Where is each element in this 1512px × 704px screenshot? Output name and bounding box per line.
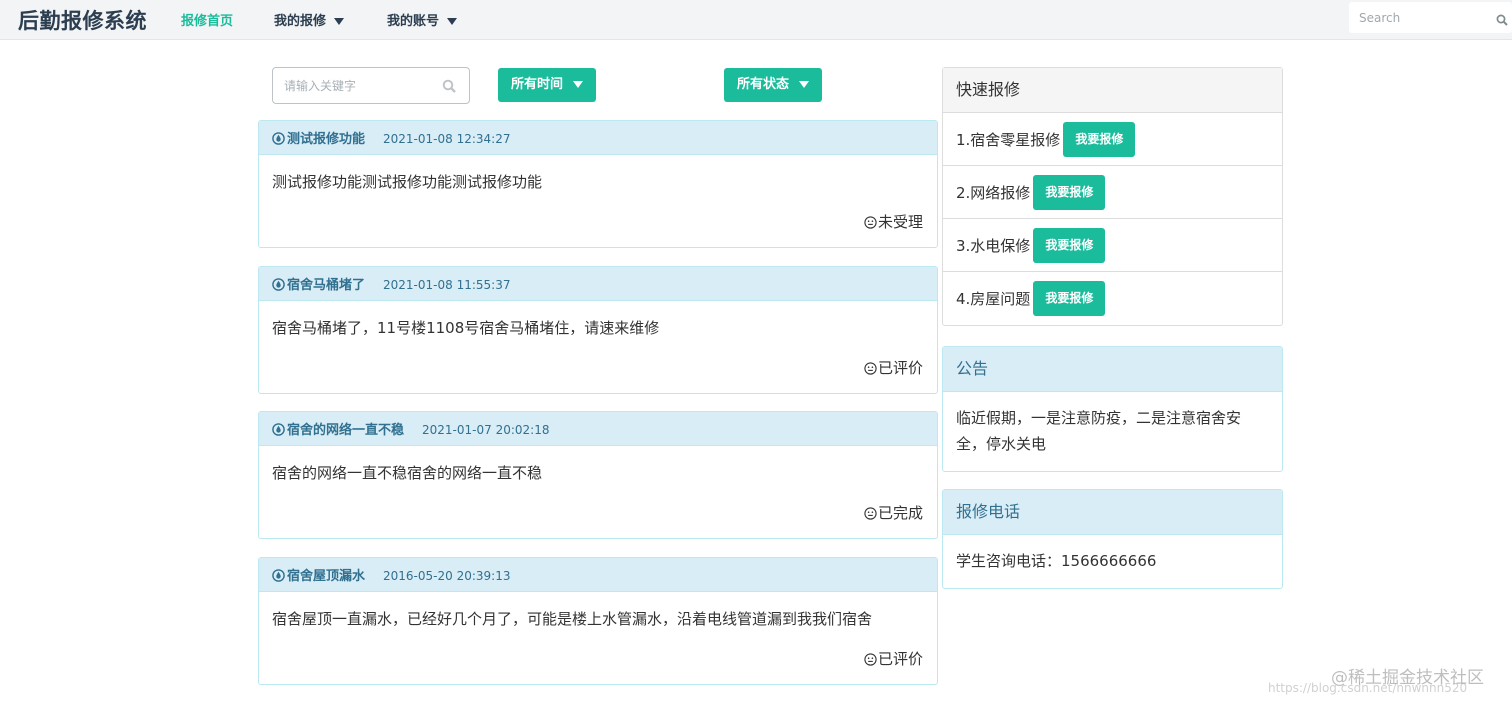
time-filter-label: 所有时间 [511, 77, 564, 92]
notice-panel: 公告 临近假期，一是注意防疫，二是注意宿舍安全，停水关电 [942, 346, 1283, 472]
repair-status-label: 已完成 [877, 504, 923, 522]
smile-face-icon [864, 215, 877, 233]
nav-home-link[interactable]: 报修首页 [181, 10, 233, 29]
caret-down-icon [447, 18, 458, 25]
repair-card-body: 宿舍马桶堵了，11号楼1108号宿舍马桶堵住，请速来维修 已评价 [259, 301, 937, 393]
repair-title[interactable]: 宿舍屋顶漏水 [287, 569, 365, 584]
quick-repair-item: 3.水电保修 我要报修 [943, 219, 1282, 272]
repair-card-header: 测试报修功能 2021-01-08 12:34:27 [259, 121, 937, 155]
water-drop-icon [272, 269, 285, 302]
repair-status: 已评价 [864, 357, 923, 379]
nav-my-repairs-dropdown[interactable]: 我的报修 [274, 10, 345, 29]
repair-status-label: 未受理 [877, 213, 923, 231]
nav-home-label: 报修首页 [181, 14, 234, 29]
repair-card-header: 宿舍的网络一直不稳 2021-01-07 20:02:18 [259, 412, 937, 446]
notice-title: 公告 [943, 347, 1282, 392]
repair-status-label: 已评价 [877, 650, 923, 668]
repair-now-button[interactable]: 我要报修 [1063, 121, 1136, 157]
repair-card-body: 测试报修功能测试报修功能测试报修功能 未受理 [259, 155, 937, 247]
brand-title[interactable]: 后勤报修系统 [18, 5, 147, 35]
repair-title[interactable]: 测试报修功能 [287, 132, 365, 147]
navbar-search [1349, 2, 1512, 33]
search-icon[interactable] [442, 78, 456, 97]
keyword-input[interactable] [273, 68, 469, 103]
watermark-url: https://blog.csdn.net/nnwnnn520 [1268, 681, 1468, 695]
repair-card[interactable]: 宿舍马桶堵了 2021-01-08 11:55:37 宿舍马桶堵了，11号楼110… [258, 266, 938, 394]
smile-face-icon [864, 506, 877, 524]
repair-card[interactable]: 宿舍屋顶漏水 2016-05-20 20:39:13 宿舍屋顶一直漏水，已经好几个… [258, 557, 938, 685]
repair-card-header: 宿舍马桶堵了 2021-01-08 11:55:37 [259, 267, 937, 301]
keyword-search [272, 67, 470, 104]
quick-repair-title: 快速报修 [943, 68, 1282, 113]
caret-down-icon [573, 81, 584, 88]
repair-content: 测试报修功能测试报修功能测试报修功能 [272, 173, 543, 191]
quick-repair-label: 2.网络报修 [956, 183, 1031, 202]
nav-my-repairs-label: 我的报修 [274, 14, 327, 29]
repair-title[interactable]: 宿舍马桶堵了 [287, 278, 365, 293]
quick-repair-label: 1.宿舍零星报修 [956, 130, 1061, 149]
repair-title[interactable]: 宿舍的网络一直不稳 [287, 423, 404, 438]
nav-my-account-label: 我的账号 [387, 14, 440, 29]
quick-repair-item: 1.宿舍零星报修 我要报修 [943, 113, 1282, 166]
water-drop-icon [272, 560, 285, 593]
repair-time: 2021-01-07 20:02:18 [422, 423, 550, 437]
repair-now-button[interactable]: 我要报修 [1033, 174, 1106, 210]
repair-content: 宿舍屋顶一直漏水，已经好几个月了，可能是楼上水管漏水，沿着电线管道漏到我我们宿舍 [272, 610, 873, 628]
quick-repair-label: 4.房屋问题 [956, 290, 1031, 308]
repair-card-body: 宿舍的网络一直不稳宿舍的网络一直不稳 已完成 [259, 446, 937, 538]
caret-down-icon [799, 81, 810, 88]
search-icon[interactable] [1496, 11, 1508, 30]
navbar-search-input[interactable] [1349, 2, 1512, 33]
repair-status-label: 已评价 [877, 359, 923, 377]
quick-repair-item: 4.房屋问题 我要报修 [943, 272, 1282, 325]
repair-status: 已评价 [864, 648, 923, 670]
repair-time: 2021-01-08 11:55:37 [383, 278, 511, 292]
quick-repair-panel: 快速报修 1.宿舍零星报修 我要报修 2.网络报修 我要报修 3.水电保修 我要… [942, 67, 1283, 326]
repair-phone-title: 报修电话 [943, 490, 1282, 535]
quick-repair-label: 3.水电保修 [956, 236, 1031, 255]
repair-content: 宿舍的网络一直不稳宿舍的网络一直不稳 [272, 464, 543, 482]
repair-content: 宿舍马桶堵了，11号楼1108号宿舍马桶堵住，请速来维修 [272, 319, 660, 337]
repair-card[interactable]: 测试报修功能 2021-01-08 12:34:27 测试报修功能测试报修功能测试… [258, 120, 938, 248]
nav-my-account-dropdown[interactable]: 我的账号 [387, 10, 458, 29]
repair-phone-content: 学生咨询电话：1566666666 [956, 552, 1157, 570]
repair-time: 2021-01-08 12:34:27 [383, 132, 511, 146]
notice-content: 临近假期，一是注意防疫，二是注意宿舍安全，停水关电 [956, 409, 1242, 453]
water-drop-icon [272, 123, 285, 156]
repair-now-button[interactable]: 我要报修 [1033, 281, 1106, 316]
quick-repair-item: 2.网络报修 我要报修 [943, 166, 1282, 219]
smile-face-icon [864, 652, 877, 670]
smile-face-icon [864, 361, 877, 379]
repair-card-body: 宿舍屋顶一直漏水，已经好几个月了，可能是楼上水管漏水，沿着电线管道漏到我我们宿舍… [259, 592, 937, 684]
time-filter-dropdown[interactable]: 所有时间 [498, 68, 597, 102]
status-filter-dropdown[interactable]: 所有状态 [724, 68, 823, 102]
status-filter-label: 所有状态 [737, 77, 790, 92]
repair-phone-panel: 报修电话 学生咨询电话：1566666666 [942, 489, 1283, 589]
repair-card-header: 宿舍屋顶漏水 2016-05-20 20:39:13 [259, 558, 937, 592]
repair-card[interactable]: 宿舍的网络一直不稳 2021-01-07 20:02:18 宿舍的网络一直不稳宿舍… [258, 411, 938, 539]
repair-now-button[interactable]: 我要报修 [1033, 227, 1106, 263]
repair-time: 2016-05-20 20:39:13 [383, 569, 511, 583]
repair-status: 未受理 [864, 211, 923, 233]
top-navbar: 后勤报修系统 报修首页 我的报修 我的账号 [0, 0, 1512, 40]
water-drop-icon [272, 414, 285, 447]
repair-status: 已完成 [864, 502, 923, 524]
caret-down-icon [334, 18, 345, 25]
